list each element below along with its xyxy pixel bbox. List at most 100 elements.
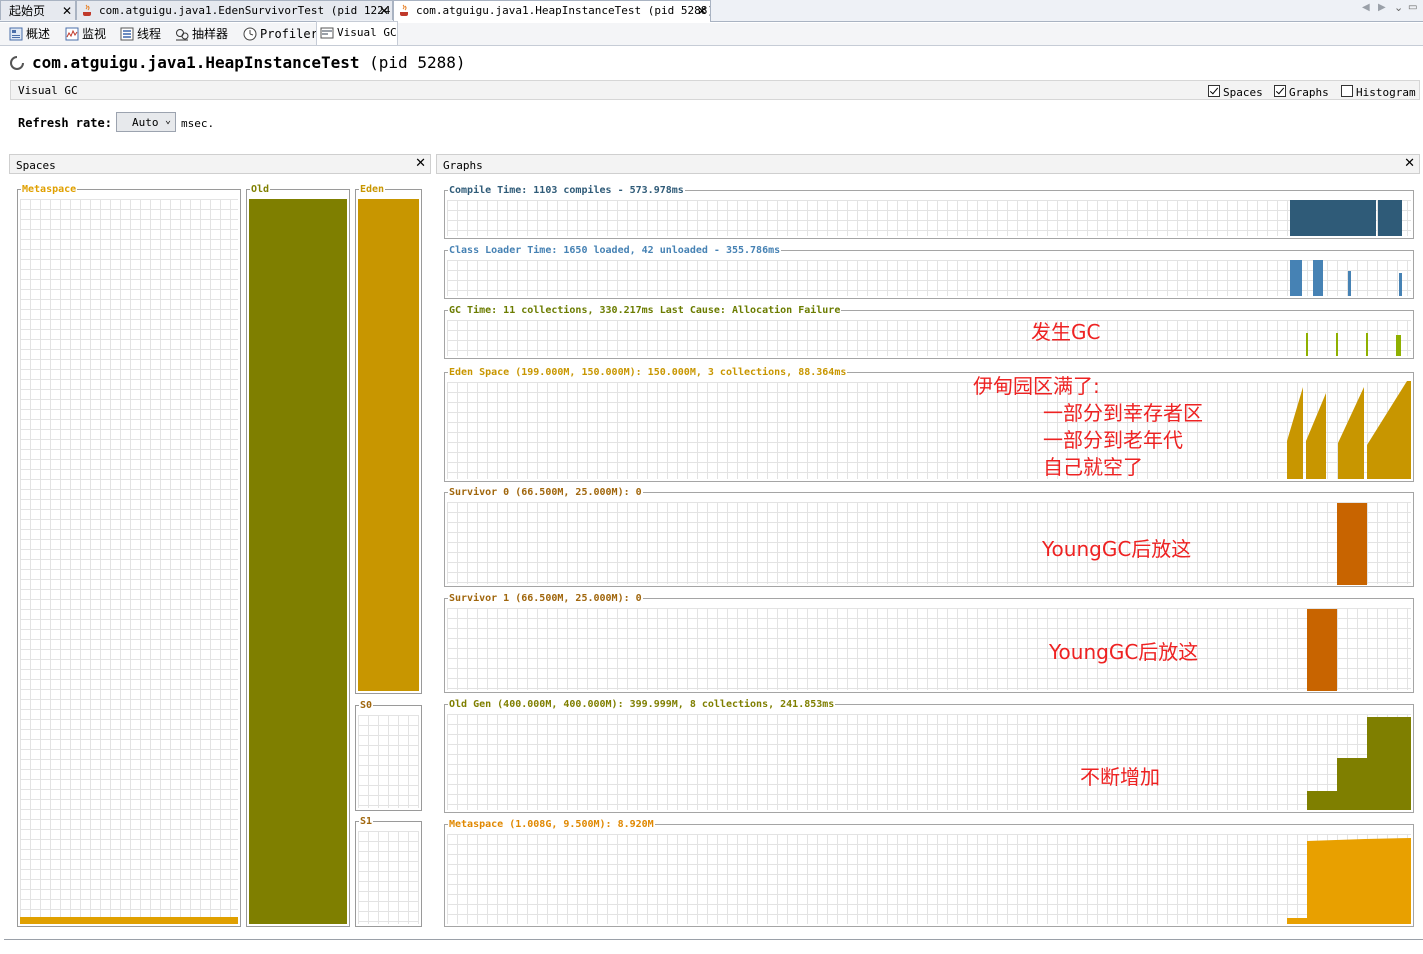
survivor-0-graph: Survivor 0 (66.500M, 25.000M): 0	[444, 487, 1414, 587]
annotation-eden-line3: 自己就空了	[1043, 455, 1143, 479]
graph-grid	[447, 200, 1411, 236]
histogram-checkbox[interactable]: Histogram	[1341, 85, 1416, 99]
tab-list-icon[interactable]: ⌄	[1394, 1, 1403, 14]
close-icon[interactable]: ✕	[62, 1, 72, 20]
eden-fill	[358, 199, 419, 691]
annotation-eden-line2: 一部分到老年代	[1043, 428, 1183, 452]
eden-space: Eden	[355, 184, 422, 694]
graph-label: Survivor 1 (66.500M, 25.000M): 0	[448, 593, 643, 604]
chevron-down-icon: ⌄	[164, 115, 171, 126]
graph-grid	[447, 260, 1411, 296]
metaspace-graph: Metaspace (1.008G, 9.500M): 8.920M	[444, 819, 1414, 927]
metaspace-label: Metaspace	[21, 184, 78, 195]
document-tab-bar: 起始页 ✕ com.atguigu.java1.EdenSurvivorTest…	[0, 0, 1423, 22]
space-grid	[20, 199, 238, 924]
visual-gc-header-title: Visual GC	[18, 84, 78, 97]
java-icon	[400, 4, 408, 16]
annotation-eden-line1: 一部分到幸存者区	[1043, 401, 1203, 425]
compile-time-graph: Compile Time: 1103 compiles - 573.978ms	[444, 185, 1414, 239]
refresh-rate-value: Auto	[132, 116, 159, 129]
tab-label: Profiler	[260, 27, 318, 41]
old-space: Old	[246, 184, 350, 927]
app-name: com.atguigu.java1.HeapInstanceTest	[32, 53, 360, 72]
graph-activity-area	[1366, 333, 1368, 356]
overview-icon	[9, 27, 23, 41]
graphs-checkbox[interactable]: Graphs	[1274, 85, 1329, 99]
s1-label: S1	[359, 816, 374, 827]
checkbox-label: Spaces	[1223, 86, 1263, 99]
spaces-panel-header: Spaces ✕	[9, 154, 431, 174]
old-gen-graph: Old Gen (400.000M, 400.000M): 399.999M, …	[444, 699, 1414, 813]
tab-eden-survivor-test[interactable]: com.atguigu.java1.EdenSurvivorTest (pid …	[76, 0, 393, 20]
tab-overview[interactable]: 概述	[6, 23, 58, 45]
tab-label: 起始页	[9, 4, 46, 18]
old-gen-usage-chart	[1307, 717, 1411, 810]
checkbox-checked-icon	[1274, 85, 1286, 97]
old-label: Old	[250, 184, 271, 195]
close-icon[interactable]: ✕	[379, 1, 389, 20]
graph-activity-area	[1337, 503, 1367, 585]
loading-spinner-icon	[10, 56, 24, 70]
scroll-left-icon[interactable]: ◀	[1362, 2, 1370, 13]
tab-start-page[interactable]: 起始页 ✕	[0, 0, 76, 20]
eden-usage-chart	[1287, 381, 1411, 479]
tab-profiler[interactable]: Profiler	[240, 23, 318, 45]
survivor-1-graph: Survivor 1 (66.500M, 25.000M): 0	[444, 593, 1414, 693]
gc-time-graph: GC Time: 11 collections, 330.217ms Last …	[444, 305, 1414, 359]
tab-visual-gc[interactable]: Visual GC	[316, 21, 398, 45]
spaces-panel-title: Spaces	[16, 159, 56, 172]
refresh-rate-label: Refresh rate:	[18, 116, 112, 130]
space-grid	[358, 715, 419, 808]
tab-sampler[interactable]: 抽样器	[172, 23, 236, 45]
class-loader-time-graph: Class Loader Time: 1650 loaded, 42 unloa…	[444, 245, 1414, 299]
java-icon	[83, 4, 91, 16]
tab-label: Visual GC	[337, 26, 397, 39]
graph-label: GC Time: 11 collections, 330.217ms Last …	[448, 305, 842, 316]
close-icon[interactable]: ✕	[1404, 156, 1415, 171]
checkbox-label: Graphs	[1289, 86, 1329, 99]
page-title: com.atguigu.java1.HeapInstanceTest (pid …	[32, 53, 465, 72]
space-grid	[358, 831, 419, 924]
visual-gc-header: Visual GC Spaces Graphs Histogram	[10, 80, 1420, 100]
profiler-icon	[243, 27, 257, 41]
visual-gc-icon	[320, 27, 334, 39]
threads-icon	[120, 27, 134, 41]
tab-label: 监视	[82, 27, 107, 41]
window-bottom-border	[4, 939, 1423, 940]
tab-label: com.atguigu.java1.EdenSurvivorTest (pid …	[99, 4, 393, 17]
annotation-eden-full: 伊甸园区满了:	[973, 374, 1100, 398]
close-icon[interactable]: ✕	[697, 1, 707, 21]
graph-grid	[447, 320, 1411, 356]
graph-activity-area	[1313, 260, 1323, 296]
maximize-icon[interactable]: ▭	[1408, 2, 1417, 13]
metaspace-space: Metaspace	[17, 184, 241, 927]
graph-activity-area	[1378, 200, 1402, 236]
graphs-panel-header: Graphs ✕	[436, 154, 1420, 174]
scroll-right-icon[interactable]: ▶	[1378, 2, 1386, 13]
tab-monitor[interactable]: 监视	[62, 23, 114, 45]
graph-label: Class Loader Time: 1650 loaded, 42 unloa…	[448, 245, 782, 256]
graph-activity-area	[1307, 609, 1337, 691]
close-icon[interactable]: ✕	[415, 156, 426, 171]
graph-label: Survivor 0 (66.500M, 25.000M): 0	[448, 487, 643, 498]
spaces-checkbox[interactable]: Spaces	[1208, 85, 1263, 99]
checkbox-checked-icon	[1208, 85, 1220, 97]
metaspace-usage-chart	[1287, 838, 1411, 924]
refresh-rate-unit: msec.	[181, 117, 215, 130]
graph-activity-area	[1348, 271, 1351, 296]
app-pid: (pid 5288)	[369, 53, 466, 72]
checkbox-unchecked-icon	[1341, 85, 1353, 97]
s0-space: S0	[355, 700, 422, 811]
s0-label: S0	[359, 700, 374, 711]
annotation-survivor0: YoungGC后放这	[1042, 537, 1192, 561]
graph-label: Metaspace (1.008G, 9.500M): 8.920M	[448, 819, 655, 830]
graph-activity-area	[1336, 333, 1338, 356]
sampler-icon	[176, 29, 189, 41]
tab-label: 概述	[26, 27, 51, 41]
tab-label: com.atguigu.java1.HeapInstanceTest (pid …	[416, 4, 711, 17]
graphs-panel-title: Graphs	[443, 159, 483, 172]
refresh-rate-select[interactable]: Auto ⌄	[116, 112, 176, 132]
tab-threads[interactable]: 线程	[117, 23, 169, 45]
tab-heap-instance-test[interactable]: com.atguigu.java1.HeapInstanceTest (pid …	[393, 0, 711, 22]
graph-grid	[447, 608, 1411, 690]
